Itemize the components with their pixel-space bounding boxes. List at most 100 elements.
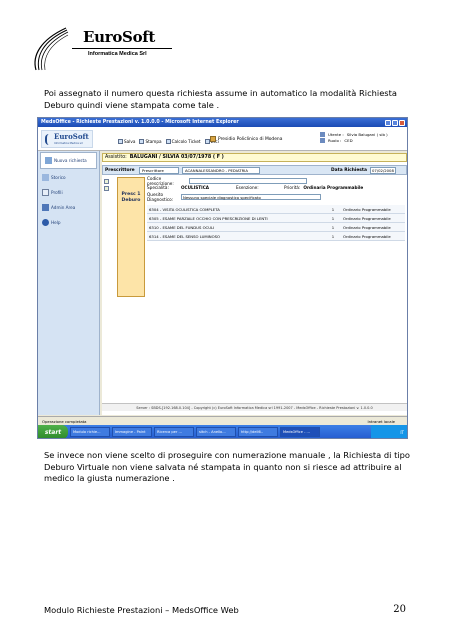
sidebar-item-admin[interactable]: Admin Area bbox=[38, 200, 99, 215]
browser-status-bar: Operazione completata Intranet locale bbox=[38, 416, 407, 425]
priority-value: Ordinaria Programmabile bbox=[303, 185, 364, 190]
prescriber-row: Prescrittore Prescrittore ACANNALESSANDR… bbox=[102, 165, 407, 175]
print-button[interactable]: Stampa bbox=[139, 139, 162, 144]
main-panel: Assistito: BALUGANI / SILVIA 03/07/1978 … bbox=[102, 153, 407, 415]
exam-desc: 6310 - ESAME DEL FUNDUS OCULI bbox=[149, 224, 215, 230]
minimize-icon[interactable] bbox=[385, 119, 391, 126]
save-icon bbox=[118, 139, 123, 144]
date-label: Data Richiesta bbox=[331, 167, 367, 173]
sidebar-label: Help bbox=[51, 220, 61, 225]
paragraph-note: Se invece non viene scelto di proseguire… bbox=[44, 450, 411, 483]
table-row[interactable]: 6310 - ESAME DEL FUNDUS OCULI 1 Ordinario … bbox=[147, 223, 405, 232]
role-icon bbox=[320, 138, 325, 143]
checkbox[interactable] bbox=[104, 186, 109, 191]
prescriber-label: Prescrittore bbox=[105, 167, 135, 173]
page-number: 20 bbox=[393, 604, 406, 615]
exam-priority: Ordinario Programmabile bbox=[343, 215, 391, 221]
selection-column bbox=[102, 177, 116, 297]
role-label: Ruolo : bbox=[328, 138, 342, 143]
window-titlebar: MedsOffice - Richieste Prestazioni v. 1.… bbox=[38, 118, 407, 127]
window-controls bbox=[385, 119, 407, 126]
close-icon[interactable] bbox=[399, 119, 405, 126]
app-header: EuroSoft Informatica Medica srl Salva St… bbox=[38, 127, 407, 151]
taskbar: start Modulo richie... Immagine - Paint … bbox=[38, 425, 407, 438]
checkbox[interactable] bbox=[104, 179, 109, 184]
user-icon bbox=[320, 132, 325, 137]
logo-rule bbox=[72, 48, 172, 49]
taskbar-item[interactable]: Ricerca per ... bbox=[154, 427, 194, 437]
app-status-line: Server : SBDS-[192.168.0.104] - Copyrigh… bbox=[102, 403, 407, 411]
calculator-icon bbox=[165, 139, 171, 144]
prescription-details: Codice prescrizione: Specialità: OCULIST… bbox=[147, 175, 405, 203]
taskbar-item[interactable]: sitch - Anello... bbox=[196, 427, 236, 437]
taskbar-item[interactable]: MedsOffice - ... bbox=[280, 427, 320, 437]
specialty-label: Specialità: bbox=[147, 185, 169, 190]
window-title: MedsOffice - Richieste Prestazioni v. 1.… bbox=[41, 120, 239, 125]
specialty-value: OCULISTICA bbox=[181, 185, 210, 190]
history-icon bbox=[42, 174, 49, 181]
exam-priority: Ordinario Programmabile bbox=[343, 224, 391, 230]
exemption-label: Esenzione: bbox=[236, 185, 259, 190]
sidebar-label: Nuova richiesta bbox=[54, 158, 87, 163]
browser-status-text: Operazione completata bbox=[42, 418, 87, 424]
paragraph-intro: Poi assegnato il numero questa richiesta… bbox=[44, 88, 397, 110]
hospital-label: Presidio Policlinico di Modena bbox=[218, 136, 283, 142]
sidebar: Nuova richiesta Storico Profili Admin Ar… bbox=[38, 151, 100, 415]
logo-brand: EuroSoft bbox=[83, 28, 156, 46]
logo-swoosh-icon bbox=[34, 27, 69, 71]
hospital-icon bbox=[210, 136, 216, 142]
toolbar: Salva Stampa Calcolo Ticket Esci bbox=[118, 139, 219, 144]
exam-priority: Ordinario Programmabile bbox=[343, 206, 391, 212]
profiles-icon bbox=[42, 189, 49, 196]
sidebar-item-profiles[interactable]: Profili bbox=[38, 185, 99, 200]
print-icon bbox=[139, 139, 145, 144]
taskbar-item[interactable]: Modulo richie... bbox=[70, 427, 110, 437]
prescriber-type-select[interactable]: Prescrittore bbox=[139, 166, 179, 174]
patient-value: BALUGANI / SILVIA 03/07/1978 ( F ) bbox=[129, 155, 224, 160]
exam-desc: 6314 - ESAME DEL SENSO LUMINOSO bbox=[149, 233, 221, 239]
ticket-button[interactable]: Calcolo Ticket bbox=[165, 139, 201, 144]
help-icon bbox=[42, 219, 49, 226]
card-subtitle: Deburo bbox=[121, 198, 141, 203]
table-row[interactable]: 6304 - VISITA OCULISTICA COMPLETA 1 Ordina… bbox=[147, 205, 405, 214]
new-request-icon bbox=[45, 157, 52, 164]
exam-qty: 1 bbox=[331, 215, 335, 221]
hospital-name: Presidio Policlinico di Modena bbox=[210, 136, 282, 142]
page-footer: Modulo Richieste Prestazioni – MedsOffic… bbox=[44, 604, 406, 615]
user-info: Utente : Silvia Balugani ( sib ) Ruolo :C… bbox=[320, 132, 388, 144]
start-button[interactable]: start bbox=[38, 425, 68, 438]
sidebar-item-new-request[interactable]: Nuova richiesta bbox=[40, 152, 97, 169]
taskbar-item[interactable]: Immagine - Paint bbox=[112, 427, 152, 437]
code-input[interactable] bbox=[189, 177, 307, 184]
exam-qty: 1 bbox=[331, 224, 335, 230]
print-label: Stampa bbox=[145, 139, 162, 144]
code-label: Codice prescrizione: bbox=[147, 175, 174, 186]
date-input[interactable]: 07/02/2008 bbox=[370, 166, 396, 174]
sidebar-label: Storico bbox=[51, 175, 66, 180]
save-button[interactable]: Salva bbox=[118, 139, 135, 144]
app-screenshot: MedsOffice - Richieste Prestazioni v. 1.… bbox=[37, 117, 408, 439]
priority-label: Priorità: bbox=[284, 185, 301, 190]
system-tray[interactable]: IT bbox=[371, 425, 407, 438]
taskbar-item[interactable]: http://dell6.. bbox=[238, 427, 278, 437]
sidebar-item-help[interactable]: Help bbox=[38, 215, 99, 230]
app-logo-mark-icon bbox=[45, 134, 53, 145]
sidebar-label: Profili bbox=[51, 190, 63, 195]
patient-bar: Assistito: BALUGANI / SILVIA 03/07/1978 … bbox=[102, 153, 407, 162]
exam-desc: 6305 - ESAME PARZIALE OCCHIO CON PRESCRI… bbox=[149, 215, 268, 221]
sidebar-item-history[interactable]: Storico bbox=[38, 170, 99, 185]
admin-icon bbox=[42, 204, 49, 211]
ticket-label: Calcolo Ticket bbox=[171, 139, 201, 144]
prescription-card[interactable]: Presc 1 Deburo bbox=[117, 177, 145, 297]
app-logo-sub: Informatica Medica srl bbox=[54, 142, 83, 145]
table-row[interactable]: 6314 - ESAME DEL SENSO LUMINOSO 1 Ordinari… bbox=[147, 232, 405, 241]
footer-title: Modulo Richieste Prestazioni – MedsOffic… bbox=[44, 605, 239, 615]
exam-table: 6304 - VISITA OCULISTICA COMPLETA 1 Ordina… bbox=[147, 205, 405, 241]
diagnosis-input[interactable]: Nessuno speciale diagnostico specificato bbox=[181, 194, 321, 200]
diagnosis-label: Quesito Diagnostico: bbox=[147, 192, 174, 202]
table-row[interactable]: 6305 - ESAME PARZIALE OCCHIO CON PRESCRI… bbox=[147, 214, 405, 223]
maximize-icon[interactable] bbox=[392, 119, 398, 126]
sidebar-label: Admin Area bbox=[51, 205, 76, 210]
exit-icon bbox=[204, 139, 210, 144]
prescriber-select[interactable]: ACANNALESSANDRO - PEDIATRIA bbox=[182, 166, 260, 174]
